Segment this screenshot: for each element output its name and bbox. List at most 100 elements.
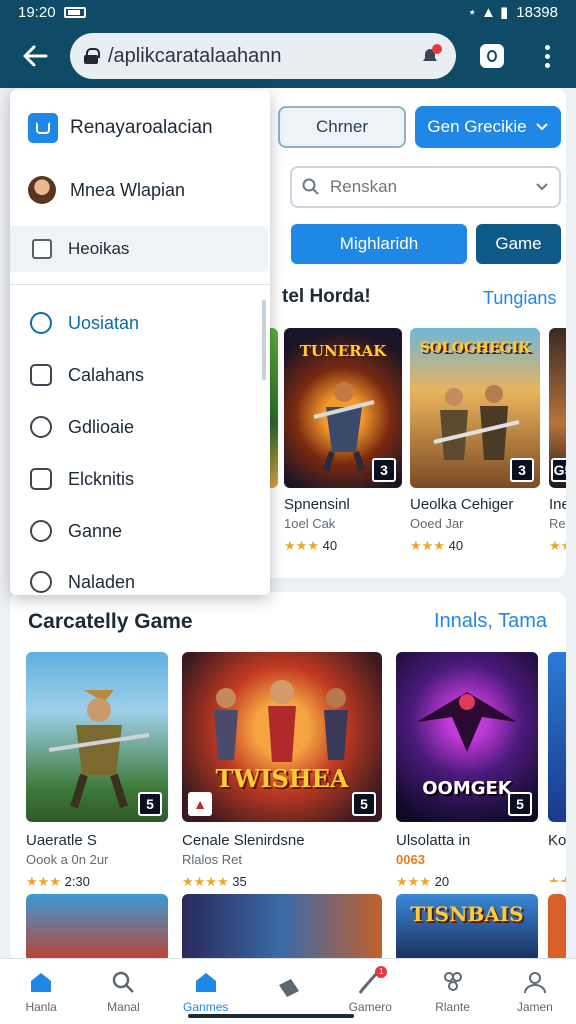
profile-icon <box>523 971 546 993</box>
star-rating: ★★ <box>548 874 566 882</box>
drawer-item-2[interactable]: Gdlioaie <box>10 407 270 447</box>
game-cover[interactable] <box>548 894 566 958</box>
game-icon <box>30 468 52 490</box>
game-card[interactable]: OOMGEK 5 Ulsolatta in 0063 ★★★ 20 <box>396 652 538 889</box>
drawer-item-4[interactable]: Ganne <box>10 511 270 551</box>
drawer-item-3[interactable]: Elcknitis <box>10 459 270 499</box>
game-rating: ★★★ 40 <box>410 538 463 554</box>
game-title: Ulsolatta in <box>396 832 471 849</box>
game-subtitle: 1oel Cak <box>284 516 336 531</box>
user-name: Mnea Wlapian <box>70 179 186 200</box>
overflow-menu-button[interactable] <box>522 24 572 88</box>
nav-label: Manal <box>107 999 140 1014</box>
drawer-scrollbar[interactable] <box>262 300 266 380</box>
game-cover[interactable]: TISNBAIS <box>396 894 538 958</box>
outline-button[interactable]: Chrner <box>278 106 406 148</box>
lock-icon <box>84 48 100 64</box>
drawer-checkbox-row[interactable]: Heoikas <box>10 226 268 272</box>
signal-icon: ⋆ ▲ ▮ <box>467 4 509 21</box>
platform-badge: G5 <box>551 458 566 482</box>
search-field[interactable] <box>290 166 561 208</box>
nav-item-search[interactable]: Manal <box>82 959 164 1024</box>
game-cover <box>548 652 566 822</box>
nav-label: Jamen <box>516 999 553 1014</box>
tabs-icon <box>480 44 504 68</box>
lock-icon <box>30 364 52 386</box>
game-subtitle: Ooed Jar <box>410 516 464 531</box>
nav-item-home[interactable]: Hanla <box>0 959 82 1024</box>
warrior-art <box>433 385 520 460</box>
drawer-item-0[interactable]: Uosiatan <box>10 303 270 343</box>
cover-title: TUNERAK <box>299 342 387 360</box>
checkbox-label: Heoikas <box>68 239 130 258</box>
game-card-partial[interactable]: G5 Ineh Reo ★★ <box>549 328 566 558</box>
navigation-drawer: Renayaroalacian Mnea Wlapian Heoikas Uos… <box>10 90 270 595</box>
url-text: /aplikcaratalaahann <box>108 44 282 67</box>
star-rating: ★★ <box>549 538 566 553</box>
drawer-header: Renayaroalacian <box>10 108 270 148</box>
battery-icon <box>63 6 86 18</box>
nav-item-profile[interactable]: Jamen <box>494 959 576 1024</box>
platform-badge: 5 <box>352 792 376 816</box>
game-card-partial[interactable]: Kon ★★ <box>548 652 566 882</box>
drawer-item-label: Calahans <box>68 364 145 385</box>
avatar <box>28 176 56 204</box>
chat-icon <box>30 312 52 334</box>
category-card: Carcatelly Game Innals, Tama 5 Uaeratle … <box>10 592 566 958</box>
cover-title: TWISHEA <box>215 764 349 793</box>
tabs-button[interactable] <box>462 24 522 88</box>
url-bar[interactable]: /aplikcaratalaahann <box>70 33 456 79</box>
game-cover[interactable] <box>26 894 168 958</box>
game-title: Spnensinl <box>284 496 350 513</box>
star-rating: ★★★ <box>284 538 319 553</box>
game-cover: TUNERAK 3 <box>284 328 402 488</box>
star-rating: ★★★ <box>396 874 431 889</box>
game-subtitle: Oook a 0n 2ur <box>26 852 109 867</box>
checkbox[interactable] <box>32 239 52 259</box>
drawer-item-label: Ganne <box>68 520 123 541</box>
drawer-item-1[interactable]: Calahans <box>10 355 270 395</box>
game-card[interactable]: 5 Uaeratle S Oook a 0n 2ur ★★★ 2:30 <box>26 652 168 889</box>
game-card[interactable]: TUNERAK 3 Spnensinl 1oel Cak ★★★ 40 <box>284 328 402 558</box>
notification-icon[interactable] <box>418 44 442 68</box>
smile-icon <box>30 416 52 438</box>
game-cover: 5 <box>26 652 168 822</box>
game-rating: ★★★★ 35 <box>182 874 247 890</box>
dropdown-button[interactable]: Gen Grecikie <box>415 106 561 148</box>
drawer-item-label: Naladen <box>68 571 136 592</box>
search-input[interactable] <box>330 177 525 197</box>
people-icon <box>443 971 462 991</box>
status-bar: 19:20 ⋆ ▲ ▮ 18398 <box>0 0 576 24</box>
star-rating: ★★★ <box>410 538 445 553</box>
rating-value: 2:30 <box>64 874 90 889</box>
drawer-item-5[interactable]: Naladen <box>10 562 270 595</box>
game-cover: G5 <box>549 328 566 488</box>
game-title: Cenale Slenirdsne <box>182 832 305 849</box>
nav-label: Gamero <box>348 999 392 1014</box>
filter-pill-game[interactable]: Game <box>476 224 561 264</box>
drawer-item-label: Uosiatan <box>68 312 140 333</box>
home-icon <box>195 972 216 992</box>
nav-item-people[interactable]: Rlante <box>411 959 493 1024</box>
demon-art <box>417 692 517 752</box>
section-link[interactable]: Innals, Tama <box>434 610 547 633</box>
cover-title: SOLOGHEGIK <box>419 340 531 356</box>
warrior-art <box>313 382 375 471</box>
rating-value: 40 <box>448 538 464 553</box>
section-link[interactable]: Tungians <box>483 288 556 309</box>
game-cover[interactable] <box>182 894 382 958</box>
filter-pill-primary[interactable]: Mighlaridh <box>291 224 467 264</box>
game-card[interactable]: TWISHEA ▲ 5 Cenale Slenirdsne Rlalos Ret… <box>182 652 382 889</box>
back-button[interactable] <box>0 24 70 88</box>
search-icon <box>302 178 319 195</box>
chevron-down-icon <box>536 183 548 191</box>
game-cover: TWISHEA ▲ 5 <box>182 652 382 822</box>
game-title: Kon <box>548 832 566 849</box>
browser-toolbar: /aplikcaratalaahann <box>0 24 576 88</box>
dropdown-label: Gen Grecikie <box>427 117 527 136</box>
drawer-user[interactable]: Mnea Wlapian <box>10 170 270 210</box>
game-card[interactable]: SOLOGHEGIK 3 Ueolka Cehiger Ooed Jar ★★★… <box>410 328 540 558</box>
face-icon <box>30 520 52 542</box>
rating-value: 20 <box>434 874 450 889</box>
game-rating: ★★★ 40 <box>284 538 337 554</box>
